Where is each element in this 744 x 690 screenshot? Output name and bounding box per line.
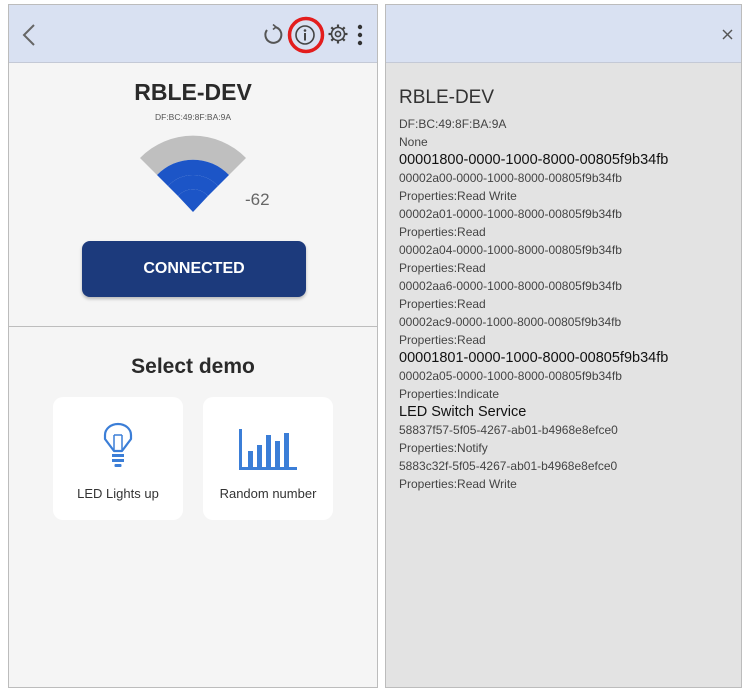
detail-line: Properties:Indicate [399,387,500,401]
demo-card-led-label: LED Lights up [77,486,159,501]
detail-line: 00002a01-0000-1000-8000-00805f9b34fb [399,207,622,221]
top-app-bar [9,5,377,63]
detail-line: 00002ac9-0000-1000-8000-00805f9b34fb [399,315,622,329]
detail-line: 00002aa6-0000-1000-8000-00805f9b34fb [399,279,622,293]
detail-line: 00002a00-0000-1000-8000-00805f9b34fb [399,171,622,185]
highlight-circle [287,16,325,54]
detail-device-name: RBLE-DEV [399,87,495,108]
detail-line: Properties:Read [399,333,486,347]
detail-line: 58837f57-5f05-4267-ab01-b4968e8efce0 [399,423,618,437]
detail-line: Properties:Read [399,261,486,275]
connection-button-label: CONNECTED [143,260,245,277]
detail-line: Properties:Read Write [399,477,517,491]
connection-button[interactable]: CONNECTED [82,241,306,297]
rssi-value: -62 [245,190,270,209]
device-mac: DF:BC:49:8F:BA:9A [154,112,232,122]
device-name: RBLE-DEV [134,79,252,105]
demo-card-led[interactable]: LED Lights up [53,397,183,520]
lightbulb-icon [103,422,133,467]
settings-gear-icon[interactable] [327,23,349,45]
more-vert-icon[interactable] [356,23,364,47]
detail-line: None [399,135,428,149]
dialog-header [386,5,741,63]
detail-line: 00002a05-0000-1000-8000-00805f9b34fb [399,369,622,383]
device-info-dialog: RBLE-DEV DF:BC:49:8F:BA:9A None 00001800-00… [385,4,742,688]
detail-line: DF:BC:49:8F:BA:9A [399,117,507,131]
service-uuid: 00001801-0000-1000-8000-00805f9b34fb [399,350,669,366]
service-details-list: RBLE-DEV DF:BC:49:8F:BA:9A None 00001800-00… [399,86,735,493]
detail-line: Properties:Read [399,225,486,239]
detail-line: Properties:Read Write [399,189,517,203]
back-arrow-icon[interactable] [21,22,37,48]
close-icon[interactable] [722,29,733,40]
demo-card-random[interactable]: Random number [203,397,333,520]
bar-chart-icon [239,429,297,470]
service-uuid: 00001800-0000-1000-8000-00805f9b34fb [399,152,669,168]
demo-card-random-label: Random number [219,486,317,501]
select-demo-heading: Select demo [131,355,255,378]
detail-line: Properties:Notify [399,441,488,455]
signal-strength-icon [140,135,246,212]
detail-line: 5883c32f-5f05-4267-ab01-b4968e8efce0 [399,459,618,473]
detail-line: 00002a04-0000-1000-8000-00805f9b34fb [399,243,622,257]
section-divider [9,326,377,327]
service-uuid: LED Switch Service [399,404,527,420]
detail-line: Properties:Read [399,297,486,311]
device-screen: RBLE-DEV DF:BC:49:8F:BA:9A -62 CONNECTED… [8,4,378,688]
refresh-icon[interactable] [262,24,284,46]
